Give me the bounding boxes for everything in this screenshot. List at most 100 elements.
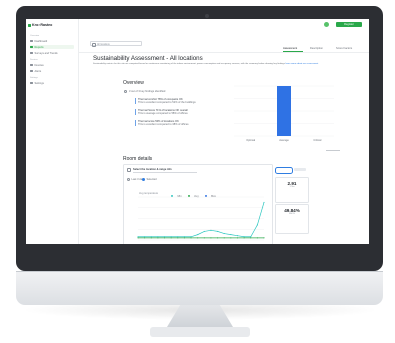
tab-score-factors[interactable]: Score Factors (336, 47, 352, 50)
data-point (137, 237, 139, 239)
data-point (190, 237, 192, 239)
tab-assessment[interactable]: Assessment (283, 47, 297, 50)
chin-divider (16, 271, 383, 272)
learn-more-link[interactable]: learn more about our assessment (286, 63, 319, 65)
data-point (150, 237, 152, 239)
location-search-input[interactable]: All locations (90, 41, 142, 46)
avatar[interactable] (324, 22, 329, 27)
tick-label: Critical (313, 138, 321, 142)
data-point (177, 237, 179, 239)
register-button[interactable]: Register (336, 22, 362, 27)
page-description: Sustainability metrics for this site are… (93, 63, 353, 66)
data-point (217, 230, 219, 232)
bar (277, 86, 291, 136)
sidebar-item-dashboard[interactable]: Dashboard (30, 39, 74, 43)
divider (326, 150, 340, 151)
sidebar-item-label: Surveys and Trends (34, 51, 58, 55)
logo-icon (28, 23, 31, 27)
tick-label: Optimal (246, 138, 255, 142)
sidebar-item-label: Dashboard (34, 39, 48, 43)
sidebar-item-label: Alerts (34, 69, 42, 73)
data-point (170, 237, 172, 239)
device-icon (30, 63, 33, 67)
insight-body: This is average compared to 58% of offic… (138, 112, 188, 115)
room-details-title: Room details (123, 156, 153, 162)
data-point (144, 236, 146, 238)
data-point (183, 237, 185, 239)
radio-label: Selected (146, 178, 157, 181)
data-point (137, 236, 139, 238)
tab-description[interactable]: Description (310, 47, 323, 50)
trend-icon (30, 51, 33, 55)
metric-card: 2.91 °C/m (275, 177, 309, 203)
data-point (197, 234, 199, 236)
data-point (177, 236, 179, 238)
insight-item: Thermal comfort 78% of occupants OK This… (135, 98, 225, 104)
sidebar-item-label: Reports (34, 45, 44, 49)
sidebar-section-label: Settings (30, 77, 38, 79)
grid-icon (30, 39, 33, 43)
overview-lead: 3 out of 3 key findings identified (129, 90, 166, 93)
data-point (263, 237, 265, 239)
data-point (236, 235, 239, 237)
sidebar-section-label: Overview (30, 35, 40, 37)
monitor-chin (16, 271, 383, 305)
room-line-chart (137, 196, 265, 241)
series-line (138, 202, 265, 238)
data-point (217, 237, 219, 239)
data-point (203, 237, 205, 239)
report-icon (30, 45, 33, 49)
insight-item: Thermal score 50% of locations OK This i… (135, 120, 225, 126)
search-icon (92, 42, 96, 47)
metric-card: 49.84% RH % (275, 204, 309, 234)
sidebar-item-devices[interactable]: Devices (30, 63, 74, 67)
info-icon (124, 90, 127, 93)
data-point (256, 237, 258, 239)
data-point (183, 236, 185, 238)
data-point (243, 236, 245, 238)
monitor-foot (150, 327, 250, 337)
range-option-2[interactable]: Selected (142, 178, 157, 181)
data-point (223, 233, 225, 235)
location-pin-icon (127, 168, 131, 172)
data-point (163, 236, 166, 238)
data-point (197, 237, 199, 239)
camera-icon (205, 14, 209, 18)
data-point (263, 201, 265, 203)
data-point (256, 224, 258, 226)
overview-title: Overview (123, 80, 144, 86)
page-title: Sustainability Assessment - All location… (93, 55, 203, 62)
data-point (210, 237, 212, 239)
data-point (144, 237, 146, 239)
data-point (190, 236, 192, 238)
data-point (157, 236, 159, 238)
metric-unit: °C/m (289, 186, 295, 188)
metric-unit: RH % (289, 213, 295, 215)
data-point (170, 236, 172, 238)
data-point (210, 229, 212, 231)
screen: Kro◐Rasteo Overview Dashboard Reports Su… (26, 19, 369, 244)
sidebar-item-settings[interactable]: Settings (30, 81, 74, 85)
data-point (230, 234, 232, 236)
brand-logo: Kro◐Rasteo (32, 23, 53, 27)
sidebar: Kro◐Rasteo Overview Dashboard Reports Su… (26, 19, 79, 244)
data-point (163, 237, 166, 239)
findings-bar-chart: Optimal Average Critical (234, 85, 334, 142)
data-point (157, 237, 159, 239)
gear-icon (30, 81, 33, 85)
range-toggle[interactable] (275, 167, 293, 174)
sidebar-section-label: Devices (30, 59, 38, 61)
insight-body: This is excellent compared to 52% of the… (138, 101, 196, 104)
data-point (250, 237, 252, 239)
range-label (294, 168, 306, 171)
sidebar-item-surveys[interactable]: Surveys and Trends (30, 51, 74, 55)
sidebar-item-reports[interactable]: Reports (30, 45, 74, 49)
radio-icon (127, 178, 130, 181)
insight-body: This is excellent compared to 38% of off… (138, 123, 189, 126)
data-point (203, 230, 205, 232)
data-point (250, 236, 252, 238)
data-point (150, 236, 152, 238)
radio-checked-icon (142, 178, 145, 181)
sidebar-item-alerts[interactable]: Alerts (30, 69, 74, 73)
panel-title: Select the location & range info (133, 168, 172, 171)
